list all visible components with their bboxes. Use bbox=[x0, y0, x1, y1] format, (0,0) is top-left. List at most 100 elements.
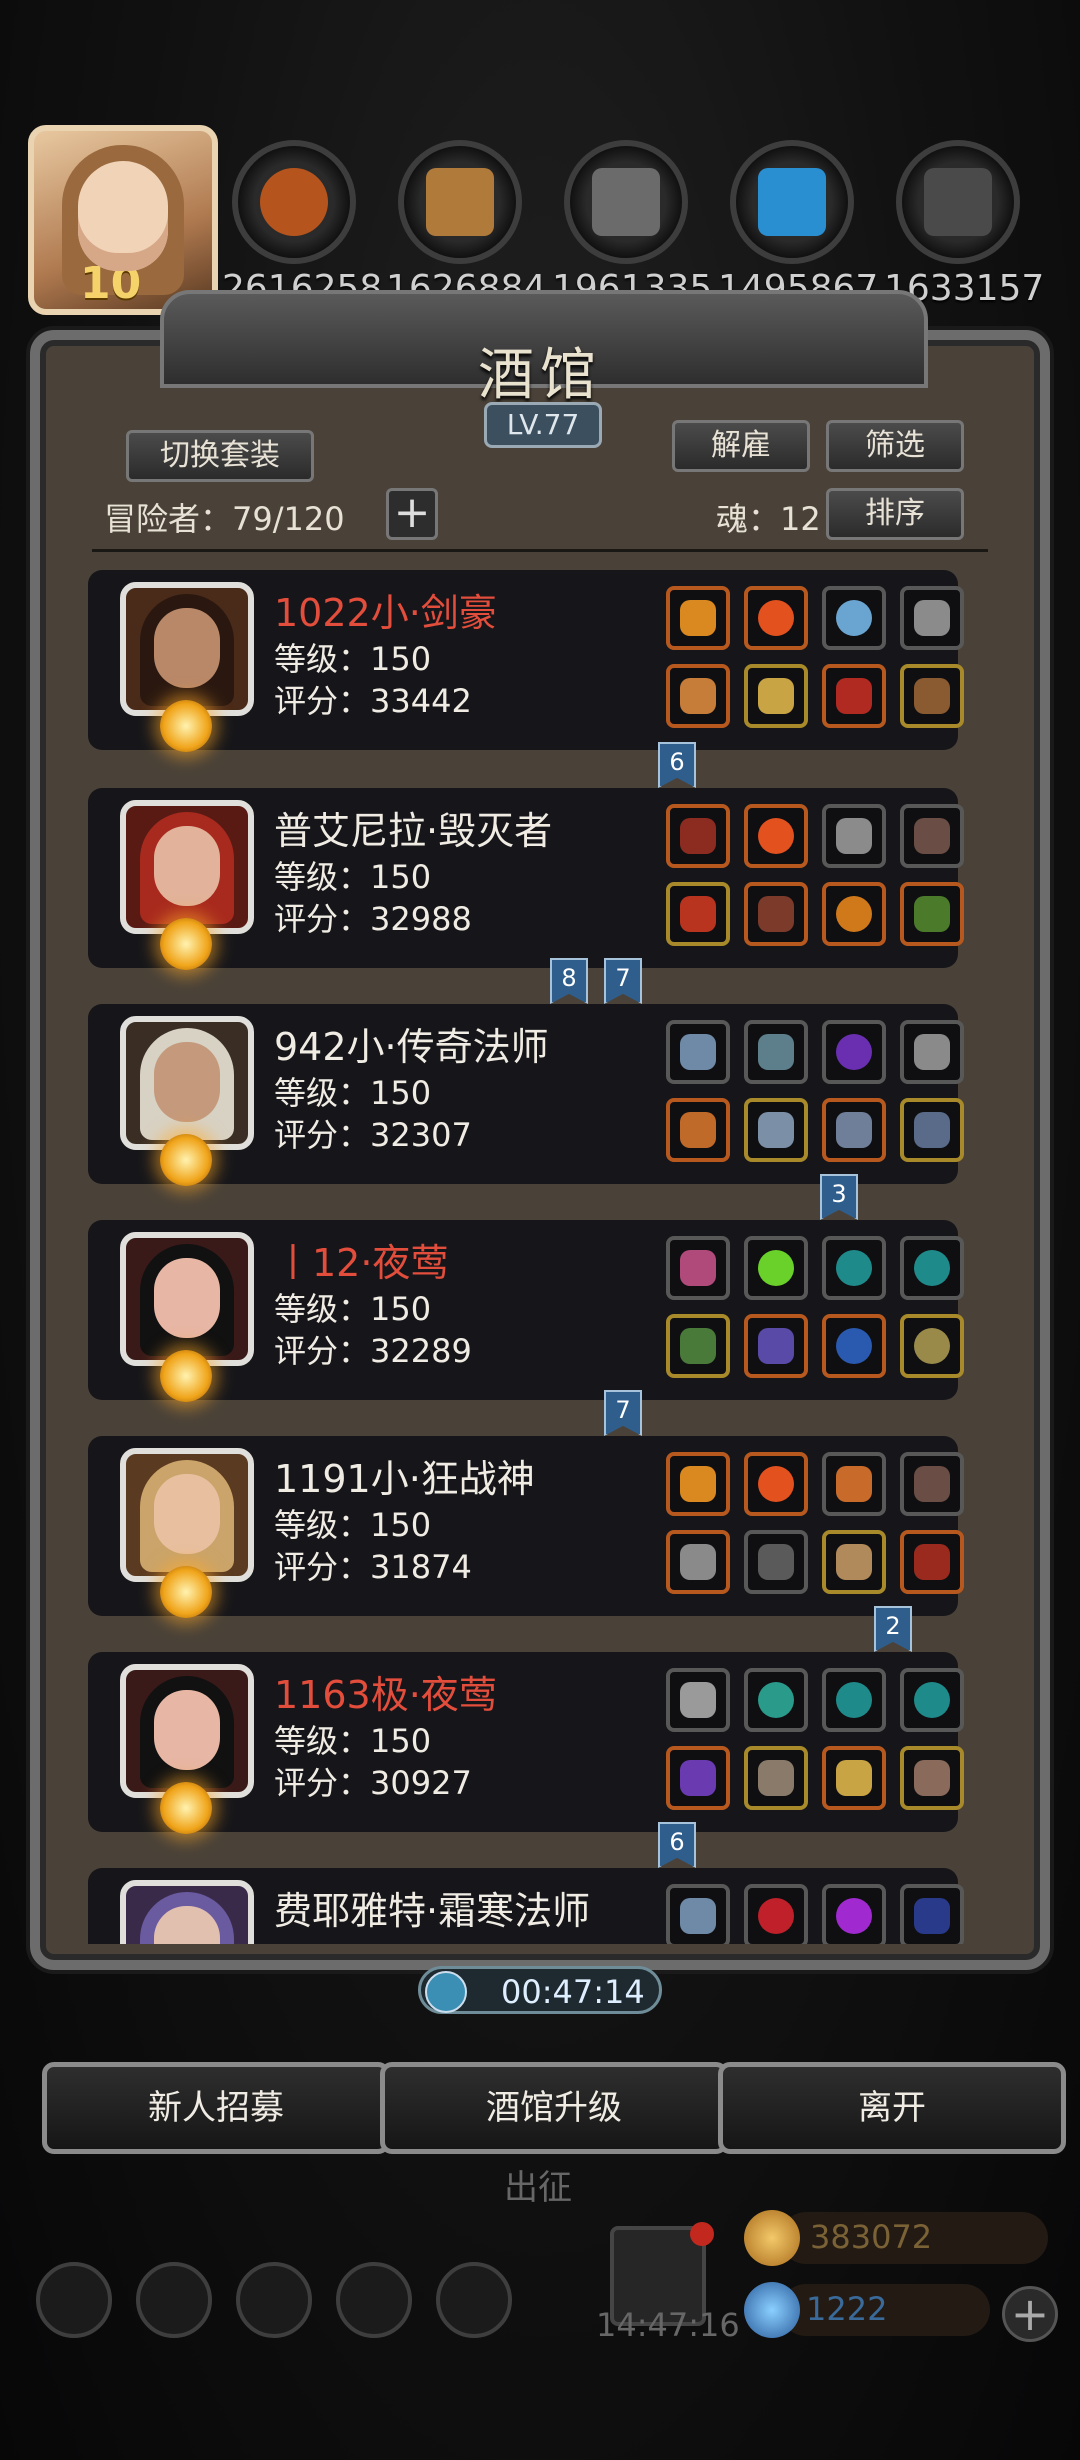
blue-gem-equip-icon[interactable] bbox=[822, 586, 886, 650]
hero-card[interactable]: 丨12·夜莺 等级：150 评分：32289 bbox=[88, 1220, 964, 1402]
dismiss-button[interactable]: 解雇 bbox=[672, 420, 810, 472]
gem-icon bbox=[744, 2282, 800, 2338]
ring-equip-icon[interactable] bbox=[900, 1314, 964, 1378]
axe-equip-icon[interactable] bbox=[666, 882, 730, 946]
map-icon[interactable] bbox=[436, 2262, 512, 2338]
recruit-button[interactable]: 新人招募 bbox=[42, 2062, 390, 2154]
feather-equip-icon[interactable] bbox=[900, 804, 964, 868]
sun-emblem-icon bbox=[160, 1566, 212, 1618]
settings-icon[interactable] bbox=[36, 2262, 112, 2338]
hero-card[interactable]: 1163极·夜莺 等级：150 评分：30927 bbox=[88, 1652, 964, 1834]
helmet-equip-icon[interactable] bbox=[666, 1236, 730, 1300]
armor-equip-icon[interactable] bbox=[744, 1314, 808, 1378]
hero-level: 等级：150 bbox=[274, 1290, 432, 1328]
boots-equip-icon[interactable] bbox=[900, 664, 964, 728]
iron-resource-icon[interactable] bbox=[896, 140, 1020, 264]
sort-button[interactable]: 排序 bbox=[826, 488, 964, 540]
teal-stone-equip-icon[interactable] bbox=[900, 1236, 964, 1300]
emblem-equip-icon[interactable] bbox=[900, 586, 964, 650]
hero-card[interactable]: 942小·传奇法师 等级：150 评分：32307 bbox=[88, 1004, 964, 1186]
refresh-timer: 00:47:14 bbox=[418, 1966, 662, 2014]
fire-gem-equip-icon[interactable] bbox=[744, 1452, 808, 1516]
hero-score: 评分：33442 bbox=[274, 682, 472, 720]
crest-equip-icon[interactable] bbox=[822, 1098, 886, 1162]
red-orb-equip-icon[interactable] bbox=[744, 1884, 808, 1944]
switch-set-button[interactable]: 切换套装 bbox=[126, 430, 314, 482]
hero-card[interactable]: 费耶雅特·霜寒法师 bbox=[88, 1868, 964, 1944]
hero-level: 等级：150 bbox=[274, 1074, 432, 1112]
hero-card[interactable]: 1022小·剑豪 等级：150 评分：33442 bbox=[88, 570, 964, 752]
crown-equip-icon[interactable] bbox=[822, 1746, 886, 1810]
amulet-equip-icon[interactable] bbox=[900, 882, 964, 946]
hero-list[interactable]: 1022小·剑豪 等级：150 评分：33442 6 普艾尼拉·毁灭者 等级：1… bbox=[62, 556, 1018, 1944]
ring-equip-icon[interactable] bbox=[822, 882, 886, 946]
gauntlet-equip-icon[interactable] bbox=[822, 1530, 886, 1594]
crystal-resource-icon[interactable] bbox=[730, 140, 854, 264]
green-orb-equip-icon[interactable] bbox=[744, 1668, 808, 1732]
teal-stone-equip-icon[interactable] bbox=[822, 1236, 886, 1300]
teal-stone-equip-icon[interactable] bbox=[822, 1668, 886, 1732]
dagger-equip-icon[interactable] bbox=[666, 1746, 730, 1810]
fire-gem-equip-icon[interactable] bbox=[744, 804, 808, 868]
shop-icon[interactable] bbox=[236, 2262, 312, 2338]
helmet-equip-icon[interactable] bbox=[666, 1452, 730, 1516]
dagger-equip-icon[interactable] bbox=[666, 1314, 730, 1378]
stone-resource-icon[interactable] bbox=[564, 140, 688, 264]
armor-equip-icon[interactable] bbox=[744, 1746, 808, 1810]
gold-amount: 383072 bbox=[810, 2218, 933, 2256]
lantern-equip-icon[interactable] bbox=[822, 1452, 886, 1516]
hero-score: 评分：31874 bbox=[274, 1548, 472, 1586]
star-icon[interactable] bbox=[136, 2262, 212, 2338]
pendant-equip-icon[interactable] bbox=[900, 1098, 964, 1162]
gold-coin-icon bbox=[744, 2210, 800, 2266]
teal-stone-equip-icon[interactable] bbox=[900, 1668, 964, 1732]
purple-orb-equip-icon[interactable] bbox=[822, 1020, 886, 1084]
helmet-equip-icon[interactable] bbox=[666, 1668, 730, 1732]
hero-portrait bbox=[120, 1016, 254, 1150]
sword-equip-icon[interactable] bbox=[666, 664, 730, 728]
helmet-equip-icon[interactable] bbox=[666, 804, 730, 868]
demon-mask-equip-icon[interactable] bbox=[900, 1530, 964, 1594]
hero-name: 丨12·夜莺 bbox=[274, 1241, 449, 1285]
emblem-equip-icon[interactable] bbox=[822, 804, 886, 868]
green-gem-equip-icon[interactable] bbox=[744, 1236, 808, 1300]
feather-equip-icon[interactable] bbox=[900, 1020, 964, 1084]
staff-equip-icon[interactable] bbox=[666, 1098, 730, 1162]
hero-level: 等级：150 bbox=[274, 1722, 432, 1760]
sun-emblem-icon bbox=[160, 1350, 212, 1402]
meat-resource-icon[interactable] bbox=[232, 140, 356, 264]
gem-ribbon: 2 bbox=[874, 1606, 912, 1652]
hero-card[interactable]: 普艾尼拉·毁灭者 等级：150 评分：32988 bbox=[88, 788, 964, 970]
leave-button[interactable]: 离开 bbox=[718, 2062, 1066, 2154]
gem-ribbon: 6 bbox=[658, 742, 696, 788]
armor-equip-icon[interactable] bbox=[744, 1530, 808, 1594]
mask-equip-icon[interactable] bbox=[900, 1746, 964, 1810]
helmet-equip-icon[interactable] bbox=[666, 1884, 730, 1944]
armor-equip-icon[interactable] bbox=[744, 882, 808, 946]
hero-portrait bbox=[120, 800, 254, 934]
hero-card[interactable]: 1191小·狂战神 等级：150 评分：31874 bbox=[88, 1436, 964, 1618]
tavern-upgrade-button[interactable]: 酒馆升级 bbox=[380, 2062, 728, 2154]
add-capacity-button[interactable]: + bbox=[386, 488, 438, 540]
armor-equip-icon[interactable] bbox=[744, 1098, 808, 1162]
bow-equip-icon[interactable] bbox=[900, 1884, 964, 1944]
helmet-equip-icon[interactable] bbox=[666, 1020, 730, 1084]
helmet-equip-icon[interactable] bbox=[666, 586, 730, 650]
blue-orb-equip-icon[interactable] bbox=[822, 1314, 886, 1378]
wood-resource-icon[interactable] bbox=[398, 140, 522, 264]
sun-emblem-icon bbox=[160, 1134, 212, 1186]
feather-equip-icon[interactable] bbox=[900, 1452, 964, 1516]
fire-gem-equip-icon[interactable] bbox=[744, 586, 808, 650]
mail-icon[interactable] bbox=[336, 2262, 412, 2338]
hero-portrait bbox=[120, 1448, 254, 1582]
filter-button[interactable]: 筛选 bbox=[826, 420, 964, 472]
cloak-equip-icon[interactable] bbox=[822, 664, 886, 728]
axe-equip-icon[interactable] bbox=[666, 1530, 730, 1594]
hero-name: 1022小·剑豪 bbox=[274, 591, 497, 635]
gauntlet-equip-icon[interactable] bbox=[744, 1020, 808, 1084]
armor-equip-icon[interactable] bbox=[744, 664, 808, 728]
clock-icon bbox=[425, 1971, 467, 2013]
purple-gem-equip-icon[interactable] bbox=[822, 1884, 886, 1944]
hero-name: 1191小·狂战神 bbox=[274, 1457, 535, 1501]
add-currency-button[interactable]: + bbox=[1002, 2286, 1058, 2342]
